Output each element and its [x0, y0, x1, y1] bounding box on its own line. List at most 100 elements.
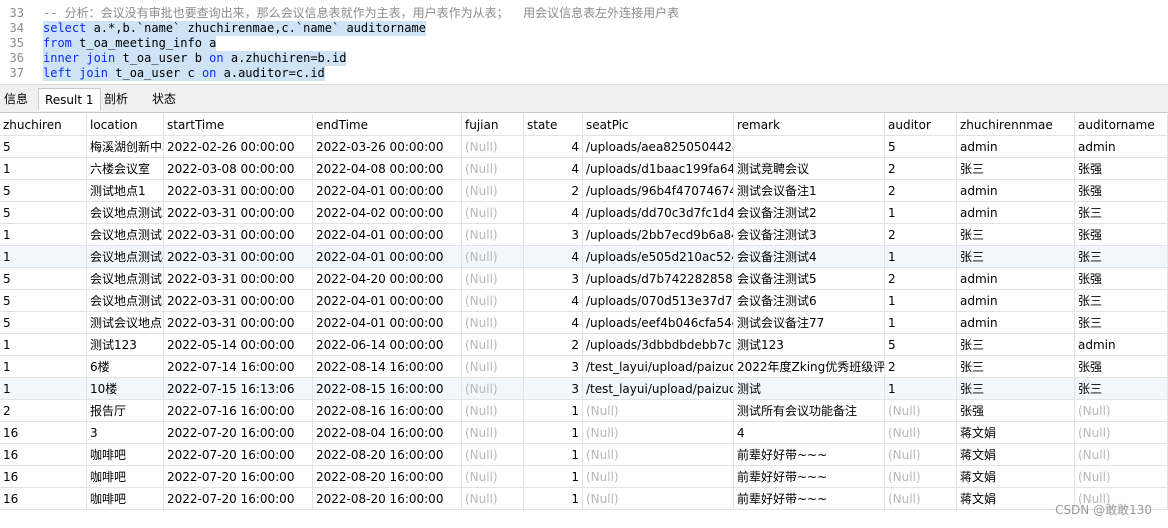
- column-header-location[interactable]: location: [87, 114, 164, 136]
- table-cell-seatpic[interactable]: /uploads/070d513e37d74: [583, 290, 734, 312]
- table-cell-starttime[interactable]: 2022-07-20 16:00:00: [164, 466, 313, 488]
- table-cell-seatpic[interactable]: /uploads/2bb7ecd9b6a84: [583, 224, 734, 246]
- table-cell-remark[interactable]: 4: [734, 422, 885, 444]
- table-cell-auditor[interactable]: (Null): [885, 444, 957, 466]
- result-grid[interactable]: zhuchiren location startTime endTime fujian s…: [0, 114, 1168, 528]
- table-cell-seatpic[interactable]: /uploads/eef4b046cfa54d: [583, 312, 734, 334]
- table-cell-auditor[interactable]: 2: [885, 356, 957, 378]
- table-row[interactable]: 16 咖啡吧 2022-07-20 16:00:00 2022-08-20 16:00…: [0, 466, 1168, 488]
- table-cell-seatpic[interactable]: (Null): [583, 400, 734, 422]
- table-cell-state[interactable]: 4: [524, 158, 583, 180]
- table-cell-zhuchiren[interactable]: 1: [0, 224, 87, 246]
- table-cell-endtime[interactable]: 2022-04-20 00:00:00: [313, 268, 462, 290]
- table-cell-auditorname[interactable]: 张三: [1075, 378, 1168, 400]
- column-header-state[interactable]: state: [524, 114, 583, 136]
- table-cell-seatpic[interactable]: (Null): [583, 422, 734, 444]
- table-cell-state[interactable]: 3: [524, 356, 583, 378]
- table-cell-location[interactable]: 六楼会议室: [87, 158, 164, 180]
- table-cell-seatpic[interactable]: (Null): [583, 444, 734, 466]
- table-cell-auditorname[interactable]: (Null): [1075, 466, 1168, 488]
- table-row[interactable]: 1 会议地点测试4 2022-03-31 00:00:00 2022-04-01 00…: [0, 246, 1168, 268]
- table-cell-endtime[interactable]: 2022-04-01 00:00:00: [313, 312, 462, 334]
- table-cell-zhuchirennmae[interactable]: 张三: [957, 158, 1075, 180]
- table-cell-seatpic[interactable]: /uploads/aea8250504424: [583, 136, 734, 158]
- table-cell-seatpic[interactable]: (Null): [583, 466, 734, 488]
- table-cell-auditor[interactable]: 2: [885, 158, 957, 180]
- table-cell-starttime[interactable]: 2022-03-31 00:00:00: [164, 246, 313, 268]
- table-cell-auditorname[interactable]: 张强: [1075, 356, 1168, 378]
- table-cell-state[interactable]: 4: [524, 246, 583, 268]
- table-cell-location[interactable]: 6楼: [87, 356, 164, 378]
- column-header-endtime[interactable]: endTime: [313, 114, 462, 136]
- table-cell-starttime[interactable]: 2022-07-16 16:00:00: [164, 400, 313, 422]
- table-cell-remark[interactable]: 测试: [734, 378, 885, 400]
- column-header-starttime[interactable]: startTime: [164, 114, 313, 136]
- table-cell-state[interactable]: 4: [524, 312, 583, 334]
- table-cell-location[interactable]: 梅溪湖创新中心: [87, 136, 164, 158]
- table-cell-endtime[interactable]: 2022-08-20 16:00:00: [313, 444, 462, 466]
- table-cell-starttime[interactable]: 2022-05-14 00:00:00: [164, 334, 313, 356]
- tab-info[interactable]: 信息: [0, 88, 34, 111]
- table-cell-fujian[interactable]: (Null): [462, 158, 524, 180]
- table-row[interactable]: 5 会议地点测试6 2022-03-31 00:00:00 2022-04-01 0…: [0, 290, 1168, 312]
- column-header-fujian[interactable]: fujian: [462, 114, 524, 136]
- table-cell-fujian[interactable]: (Null): [462, 356, 524, 378]
- table-row[interactable]: 1 测试123 2022-05-14 00:00:00 2022-06-14 00:0…: [0, 334, 1168, 356]
- table-cell-auditorname[interactable]: 张强: [1075, 268, 1168, 290]
- table-cell-zhuchirennmae[interactable]: admin: [957, 268, 1075, 290]
- table-cell-endtime[interactable]: 2022-04-01 00:00:00: [313, 290, 462, 312]
- column-header-auditor[interactable]: auditor: [885, 114, 957, 136]
- table-cell-zhuchirennmae[interactable]: 张三: [957, 378, 1075, 400]
- table-cell-zhuchiren[interactable]: 16: [0, 422, 87, 444]
- table-cell-location[interactable]: 3: [87, 422, 164, 444]
- table-row[interactable]: 2 报告厅 2022-07-16 16:00:00 2022-08-16 16:00:…: [0, 400, 1168, 422]
- table-cell-state[interactable]: 3: [524, 378, 583, 400]
- table-cell-remark[interactable]: 测试123: [734, 334, 885, 356]
- table-cell-seatpic[interactable]: /test_layui/upload/paizuo: [583, 356, 734, 378]
- table-row[interactable]: 1 六楼会议室 2022-03-08 00:00:00 2022-04-08 00:0…: [0, 158, 1168, 180]
- table-cell-zhuchirennmae[interactable]: admin: [957, 202, 1075, 224]
- table-cell-endtime[interactable]: 2022-04-01 00:00:00: [313, 224, 462, 246]
- tab-result-1[interactable]: Result 1: [38, 88, 101, 111]
- table-cell-zhuchiren[interactable]: 2: [0, 400, 87, 422]
- table-cell-endtime[interactable]: 2022-08-14 16:00:00: [313, 356, 462, 378]
- table-cell-remark[interactable]: 测试竞聘会议: [734, 158, 885, 180]
- table-cell-endtime[interactable]: 2022-04-01 00:00:00: [313, 246, 462, 268]
- table-cell-zhuchirennmae[interactable]: 张三: [957, 356, 1075, 378]
- table-cell-auditorname[interactable]: admin: [1075, 136, 1168, 158]
- table-cell-zhuchirennmae[interactable]: admin: [957, 290, 1075, 312]
- table-cell-auditorname[interactable]: 张强: [1075, 158, 1168, 180]
- table-cell-seatpic[interactable]: (Null): [583, 488, 734, 510]
- table-cell-zhuchiren[interactable]: 5: [0, 136, 87, 158]
- table-cell-seatpic[interactable]: /uploads/dd70c3d7fc1d4: [583, 202, 734, 224]
- table-cell-fujian[interactable]: (Null): [462, 444, 524, 466]
- table-cell-auditor[interactable]: (Null): [885, 488, 957, 510]
- table-cell-zhuchiren[interactable]: 16: [0, 444, 87, 466]
- table-cell-zhuchiren[interactable]: 5: [0, 290, 87, 312]
- table-cell-endtime[interactable]: 2022-04-02 00:00:00: [313, 202, 462, 224]
- table-cell-zhuchiren[interactable]: 5: [0, 180, 87, 202]
- table-cell-state[interactable]: 1: [524, 400, 583, 422]
- column-header-seatpic[interactable]: seatPic: [583, 114, 734, 136]
- table-cell-seatpic[interactable]: /uploads/d7b7422828584: [583, 268, 734, 290]
- table-cell-auditor[interactable]: 1: [885, 246, 957, 268]
- table-row[interactable]: 1 10楼 2022-07-15 16:13:06 2022-08-15 16:00:…: [0, 378, 1168, 400]
- table-cell-auditor[interactable]: 1: [885, 378, 957, 400]
- table-cell-endtime[interactable]: 2022-08-20 16:00:00: [313, 488, 462, 510]
- table-cell-starttime[interactable]: 2022-03-31 00:00:00: [164, 312, 313, 334]
- table-cell-state[interactable]: 3: [524, 268, 583, 290]
- table-cell-auditorname[interactable]: (Null): [1075, 444, 1168, 466]
- table-cell-fujian[interactable]: (Null): [462, 268, 524, 290]
- table-cell-remark[interactable]: 会议备注测试3: [734, 224, 885, 246]
- table-cell-endtime[interactable]: 2022-04-08 00:00:00: [313, 158, 462, 180]
- table-cell-state[interactable]: 1: [524, 422, 583, 444]
- table-cell-location[interactable]: 测试地点1: [87, 180, 164, 202]
- table-cell-remark[interactable]: 前辈好好带~~~: [734, 466, 885, 488]
- table-row[interactable]: 16 咖啡吧 2022-07-20 16:00:00 2022-08-20 16:00…: [0, 444, 1168, 466]
- table-cell-remark[interactable]: 前辈好好带~~~: [734, 444, 885, 466]
- table-cell-fujian[interactable]: (Null): [462, 488, 524, 510]
- table-cell-remark[interactable]: 会议备注测试4: [734, 246, 885, 268]
- table-cell-location[interactable]: 10楼: [87, 378, 164, 400]
- table-cell-state[interactable]: 2: [524, 334, 583, 356]
- table-cell-auditorname[interactable]: (Null): [1075, 422, 1168, 444]
